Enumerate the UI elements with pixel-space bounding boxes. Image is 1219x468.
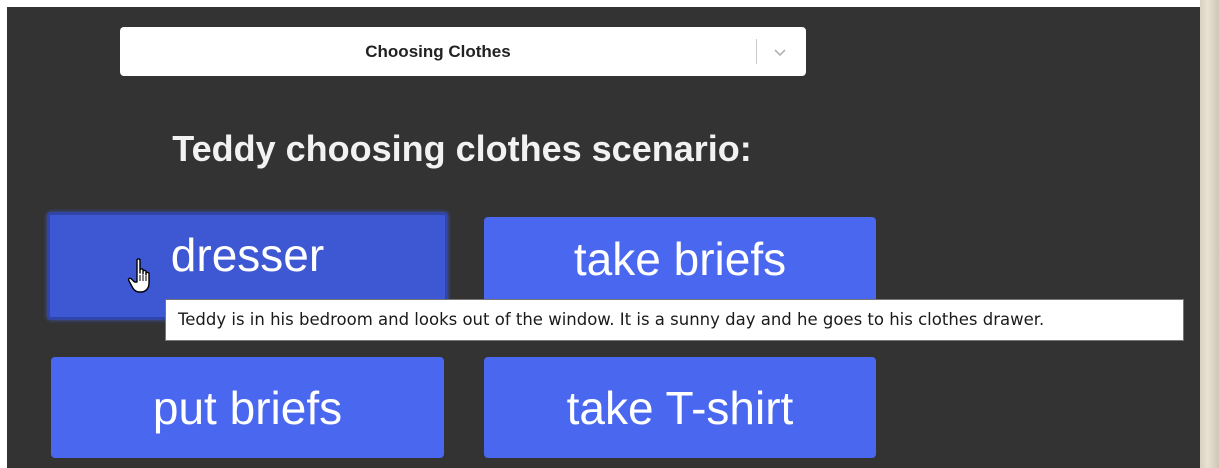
select-separator (756, 39, 757, 64)
background-edge (1200, 0, 1219, 468)
scenario-select[interactable]: Choosing Clothes (120, 27, 806, 76)
tooltip: Teddy is in his bedroom and looks out of… (165, 299, 1184, 341)
chevron-down-icon[interactable] (768, 41, 792, 63)
put-briefs-button[interactable]: put briefs (51, 357, 444, 458)
page-title: Teddy choosing clothes scenario: (172, 128, 752, 169)
take-tshirt-button[interactable]: take T-shirt (484, 357, 876, 458)
hand-pointer-icon (127, 258, 150, 293)
scenario-select-value: Choosing Clothes (365, 42, 511, 61)
